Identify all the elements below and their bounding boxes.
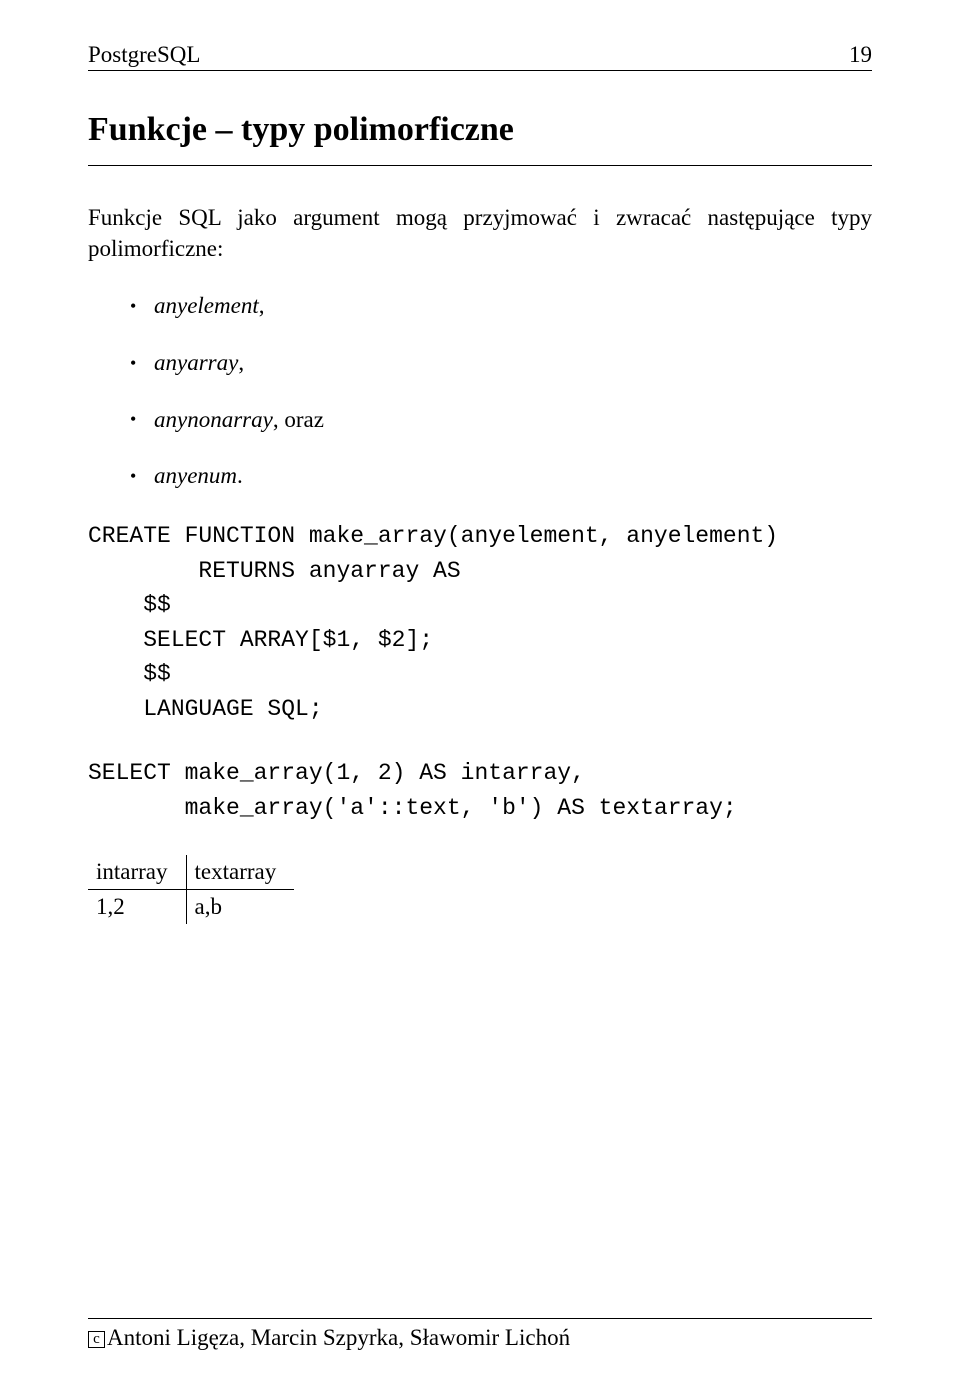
footer-authors: Antoni Ligęza, Marcin Szpyrka, Sławomir … <box>107 1325 570 1350</box>
suffix: , <box>259 293 265 318</box>
type-name: anyelement <box>154 293 259 318</box>
running-title: PostgreSQL <box>88 42 200 68</box>
page-number: 19 <box>849 42 872 68</box>
table-cell: a,b <box>186 890 294 925</box>
copyright-icon: c <box>88 1331 105 1348</box>
bullet-icon: • <box>130 352 136 375</box>
section-rule <box>88 165 872 166</box>
result-table: intarray textarray 1,2 a,b <box>88 855 294 924</box>
table-header-row: intarray textarray <box>88 855 294 890</box>
type-name: anyarray <box>154 350 238 375</box>
bullet-icon: • <box>130 408 136 431</box>
code-select: SELECT make_array(1, 2) AS intarray, mak… <box>88 756 872 825</box>
polymorphic-types-list: • anyelement, • anyarray, • anynonarray,… <box>88 292 872 491</box>
type-name: anyenum <box>154 463 237 488</box>
footer: cAntoni Ligęza, Marcin Szpyrka, Sławomir… <box>88 1318 872 1351</box>
table-header: textarray <box>186 855 294 890</box>
table-row: 1,2 a,b <box>88 890 294 925</box>
list-item: • anynonarray, oraz <box>130 406 872 435</box>
section-title: Funkcje – typy polimorficzne <box>88 111 872 149</box>
table-cell: 1,2 <box>88 890 186 925</box>
page: PostgreSQL 19 Funkcje – typy polimorficz… <box>0 0 960 1385</box>
footer-rule <box>88 1318 872 1319</box>
suffix: , oraz <box>273 407 324 432</box>
code-create-function: CREATE FUNCTION make_array(anyelement, a… <box>88 519 872 726</box>
list-item: • anyarray, <box>130 349 872 378</box>
suffix: , <box>238 350 244 375</box>
intro-paragraph: Funkcje SQL jako argument mogą przyjmowa… <box>88 202 872 264</box>
suffix: . <box>237 463 243 488</box>
bullet-icon: • <box>130 295 136 318</box>
running-header: PostgreSQL 19 <box>88 42 872 68</box>
list-item: • anyelement, <box>130 292 872 321</box>
header-rule <box>88 70 872 71</box>
table-header: intarray <box>88 855 186 890</box>
list-item: • anyenum. <box>130 462 872 491</box>
bullet-icon: • <box>130 465 136 488</box>
footer-text: cAntoni Ligęza, Marcin Szpyrka, Sławomir… <box>88 1325 872 1351</box>
type-name: anynonarray <box>154 407 273 432</box>
